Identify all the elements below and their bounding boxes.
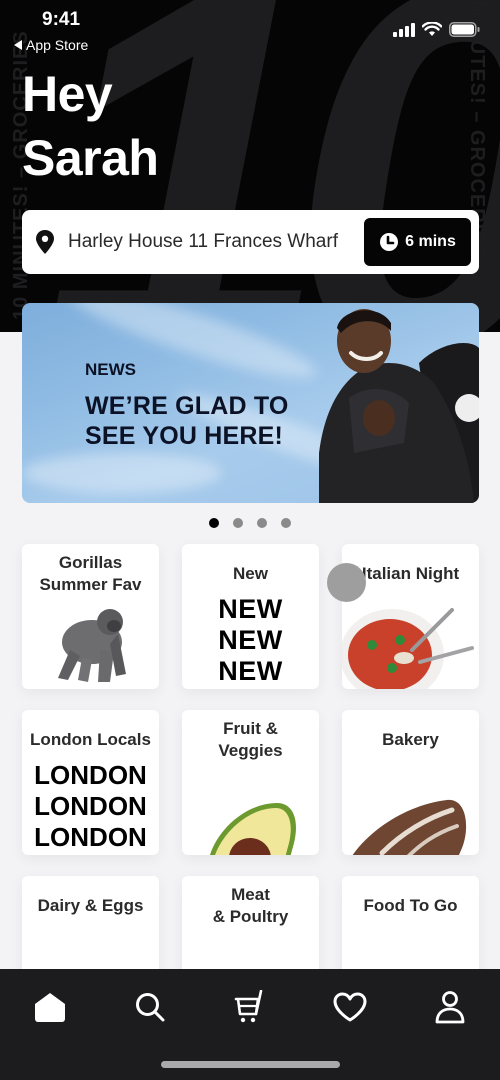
status-time: 9:41: [42, 9, 81, 30]
category-label: Fruit & Veggies: [218, 719, 283, 760]
cellular-signal-icon: [393, 22, 415, 37]
clock-icon: [380, 233, 399, 251]
carousel-dot[interactable]: [257, 518, 267, 528]
profile-icon: [435, 991, 465, 1024]
status-bar: 9:41 App Store: [0, 0, 500, 53]
carousel-indicator: [0, 518, 500, 528]
category-card[interactable]: Italian Night: [342, 544, 479, 689]
eta-text: 6 mins: [405, 233, 456, 250]
category-label: Gorillas Summer Fav: [39, 553, 142, 594]
battery-icon: [449, 22, 480, 37]
tab-favorites[interactable]: [330, 987, 370, 1027]
bread-image: [352, 799, 467, 855]
wifi-icon: [422, 22, 442, 36]
back-arrow-icon: [14, 40, 22, 50]
category-label: Meat & Poultry: [212, 885, 289, 926]
home-indicator[interactable]: [161, 1061, 340, 1068]
pasta-image: [342, 608, 474, 689]
carousel-dot[interactable]: [281, 518, 291, 528]
category-label: New: [233, 564, 268, 583]
category-card[interactable]: Fruit & Veggies: [182, 710, 319, 855]
banner-title-line-2: SEE YOU HERE!: [85, 422, 284, 450]
cart-icon: [234, 990, 263, 1023]
greeting-line-1: Hey: [22, 66, 113, 122]
gorilla-image: [58, 609, 126, 682]
header: 10 10 MINUTES! – GROCERIES MINUTES! – GR…: [0, 0, 500, 332]
news-banner[interactable]: NEWS WE’RE GLAD TO SEE YOU HERE!: [22, 303, 479, 503]
tab-search[interactable]: [130, 987, 170, 1027]
status-icons: [393, 22, 480, 37]
banner-title: WE’RE GLAD TO SEE YOU HERE!: [85, 391, 289, 451]
category-wordmark: LONDON LONDON LONDON: [34, 760, 147, 852]
category-label: Bakery: [382, 730, 439, 749]
greeting-user-name: Sarah: [22, 130, 159, 186]
courier-photo: [319, 309, 479, 503]
back-label: App Store: [26, 37, 89, 53]
category-card[interactable]: Gorillas Summer Fav: [22, 544, 159, 689]
tab-profile[interactable]: [430, 987, 470, 1027]
category-card[interactable]: Bakery: [342, 710, 479, 855]
category-label: London Locals: [30, 730, 151, 749]
tab-home[interactable]: [30, 987, 70, 1027]
delivery-eta-badge[interactable]: 6 mins: [364, 218, 471, 266]
tab-cart[interactable]: [230, 987, 270, 1027]
location-pin-icon: [36, 230, 54, 254]
back-to-app-store[interactable]: App Store: [14, 37, 88, 53]
search-icon: [136, 993, 165, 1022]
banner-title-line-1: WE’RE GLAD TO: [85, 392, 289, 420]
delivery-address-bar[interactable]: Harley House 11 Frances Wharf 6 mins: [22, 210, 479, 274]
category-label: Food To Go: [363, 896, 458, 915]
greeting: Hey Sarah: [22, 62, 159, 190]
carousel-dot[interactable]: [209, 518, 219, 528]
avocado-image: [210, 803, 296, 855]
heart-icon: [333, 992, 367, 1022]
home-icon: [35, 993, 65, 1022]
category-label: Dairy & Eggs: [37, 896, 144, 915]
category-card[interactable]: London Locals LONDON LONDON LONDON: [22, 710, 159, 855]
category-card[interactable]: New NEW NEW NEW: [182, 544, 319, 689]
category-wordmark: NEW NEW NEW: [218, 594, 283, 686]
tab-bar: [0, 969, 500, 1080]
touch-indicator: [327, 563, 366, 602]
banner-kicker: NEWS: [85, 360, 136, 379]
carousel-dot[interactable]: [233, 518, 243, 528]
